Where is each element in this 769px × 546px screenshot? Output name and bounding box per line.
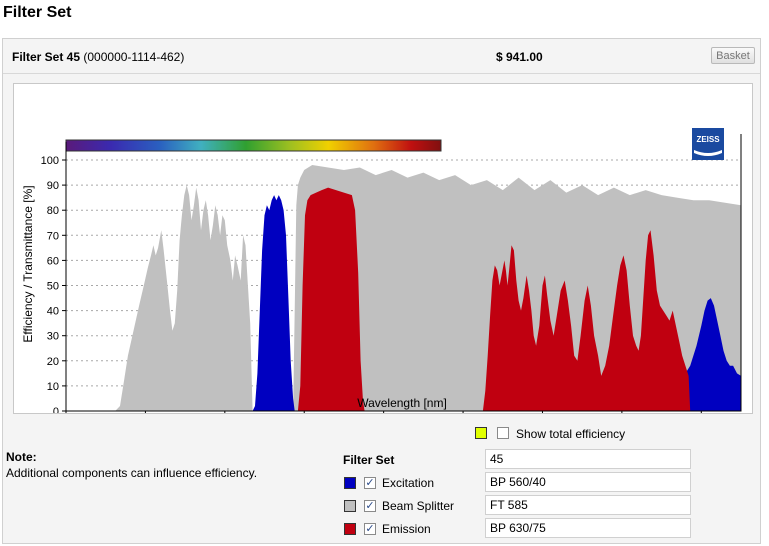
excitation-field: BP 560/40 xyxy=(485,472,691,492)
price: $ 941.00 xyxy=(496,50,543,64)
y-tick-label: 0 xyxy=(53,406,59,413)
filter-set-name: Filter Set 45 (000000-1114-462) xyxy=(12,50,184,64)
beam-splitter-field: FT 585 xyxy=(485,495,691,515)
y-tick-label: 20 xyxy=(47,356,59,368)
filter-set-label: Filter Set xyxy=(343,453,395,467)
y-tick-label: 90 xyxy=(47,180,59,192)
filter-set-title: Filter Set 45 xyxy=(12,50,81,64)
total-efficiency-swatch xyxy=(475,427,487,439)
y-tick-label: 70 xyxy=(47,230,59,242)
note-text: Additional components can influence effi… xyxy=(6,466,258,480)
y-tick-label: 80 xyxy=(47,205,59,217)
y-tick-label: 10 xyxy=(47,381,59,393)
zeiss-logo: ZEISS xyxy=(692,128,724,160)
note-title: Note: xyxy=(6,450,37,464)
spectrum-color-bar xyxy=(65,139,442,152)
y-tick-label: 30 xyxy=(47,331,59,343)
page-title: Filter Set xyxy=(3,4,72,21)
part-number: (000000-1114-462) xyxy=(83,50,185,64)
product-header: Filter Set 45 (000000-1114-462) $ 941.00… xyxy=(3,39,760,74)
spectrum-chart: 0102030405060708090100300400500600700800… xyxy=(13,83,753,414)
y-tick-label: 40 xyxy=(47,306,59,318)
y-axis-label: Efficiency / Transmittance [%] xyxy=(21,185,35,342)
beam-splitter-checkbox[interactable]: ✓ xyxy=(364,500,376,512)
emission-swatch xyxy=(344,523,356,535)
y-tick-label: 50 xyxy=(47,281,59,293)
excitation-label: Excitation xyxy=(382,476,435,490)
emission-label: Emission xyxy=(382,522,431,536)
filter-set-field: 45 xyxy=(485,449,691,469)
basket-button[interactable]: Basket xyxy=(711,47,755,64)
emission-field: BP 630/75 xyxy=(485,518,691,538)
x-axis-label: Wavelength [nm] xyxy=(357,396,447,410)
y-tick-label: 100 xyxy=(41,155,59,167)
show-total-efficiency-label: Show total efficiency xyxy=(516,427,626,441)
beam-splitter-swatch xyxy=(344,500,356,512)
beam-splitter-label: Beam Splitter xyxy=(382,499,455,513)
filter-set-panel: Filter Set 45 (000000-1114-462) $ 941.00… xyxy=(2,38,761,544)
y-tick-label: 60 xyxy=(47,255,59,267)
zeiss-logo-text: ZEISS xyxy=(696,135,720,144)
excitation-swatch xyxy=(344,477,356,489)
excitation-checkbox[interactable]: ✓ xyxy=(364,477,376,489)
spectrum-chart-svg: 0102030405060708090100300400500600700800… xyxy=(21,128,742,413)
show-total-efficiency-checkbox[interactable] xyxy=(497,427,509,439)
emission-checkbox[interactable]: ✓ xyxy=(364,523,376,535)
chart-series-group xyxy=(105,165,741,411)
